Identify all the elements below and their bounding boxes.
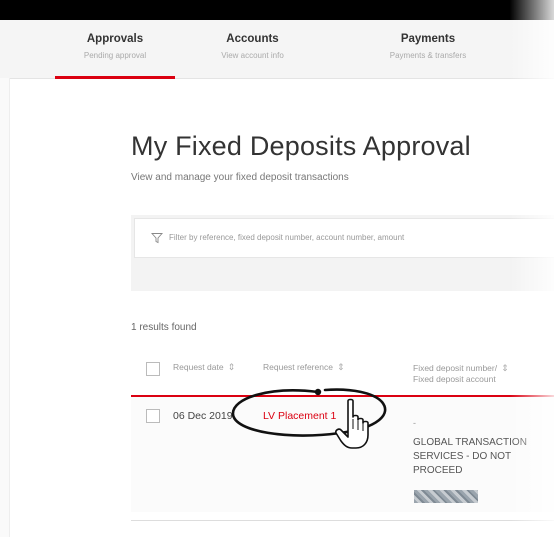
hand-pointer-icon [335, 398, 369, 449]
